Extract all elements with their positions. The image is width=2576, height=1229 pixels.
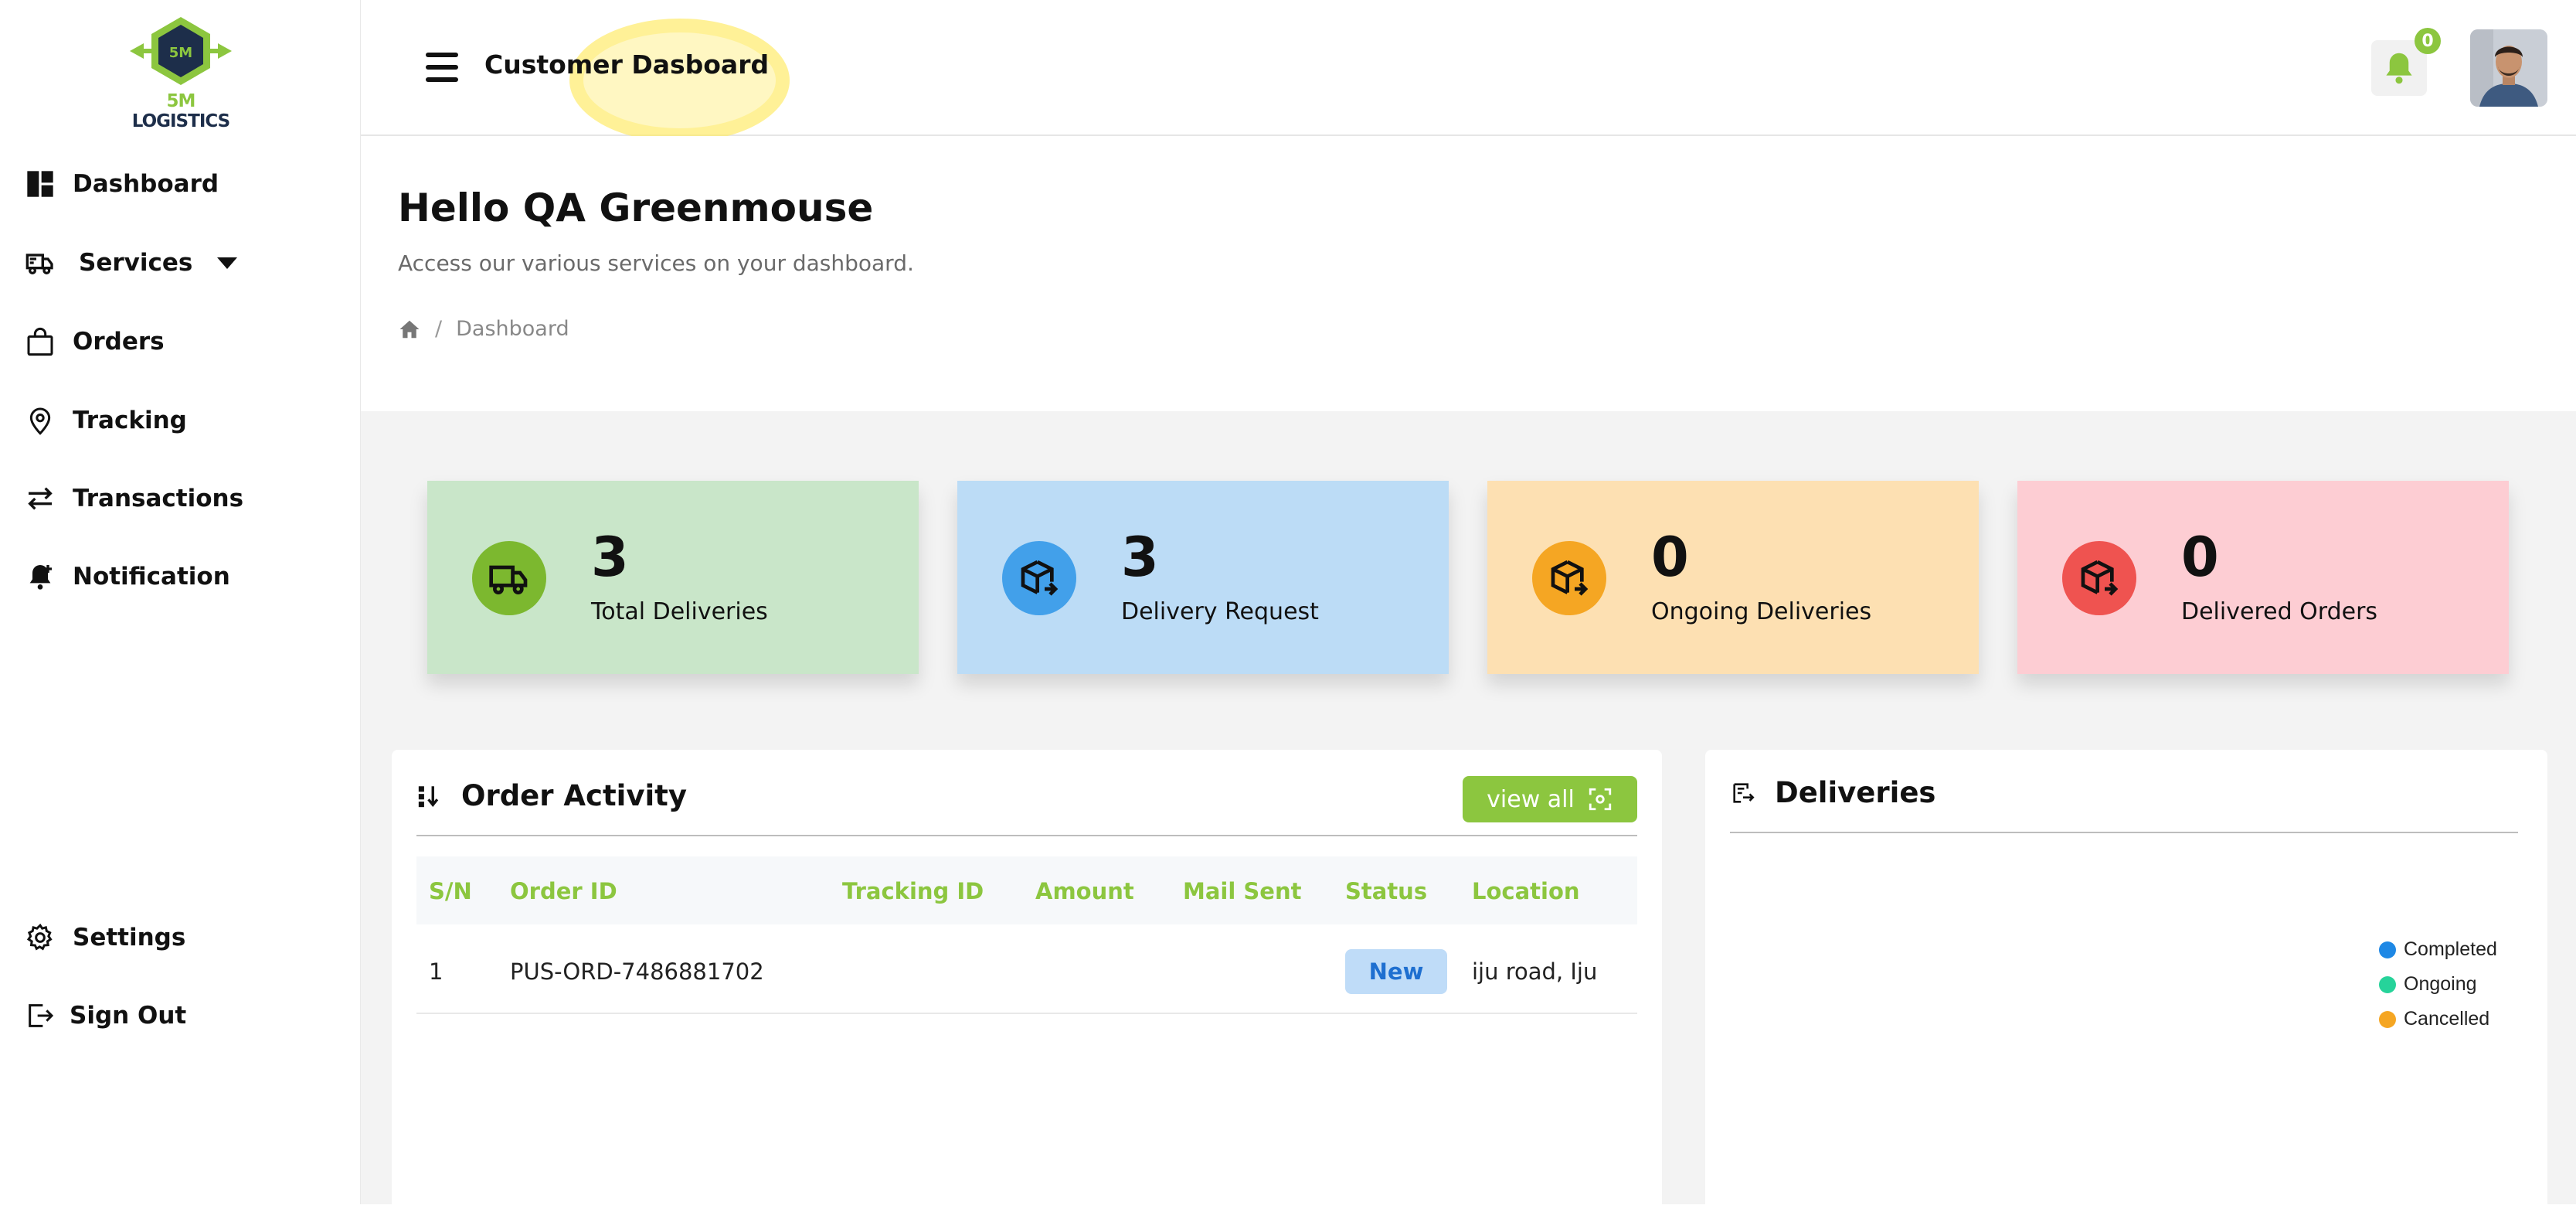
panel-divider <box>1730 832 2518 833</box>
stat-card-delivered-orders[interactable]: 0 Delivered Orders <box>2017 481 2509 674</box>
cell-order-id: PUS-ORD-7486881702 <box>510 958 764 985</box>
greeting-heading: Hello QA Greenmouse <box>398 186 874 230</box>
sidebar-item-dashboard[interactable]: Dashboard <box>23 162 219 206</box>
package-arrow-icon <box>1532 541 1606 615</box>
notification-count-badge: 0 <box>2415 28 2441 54</box>
cell-sn: 1 <box>429 958 443 985</box>
legend-item-completed[interactable]: Completed <box>2379 932 2497 967</box>
sidebar-item-label: Services <box>79 249 193 277</box>
legend-label: Ongoing <box>2404 973 2477 995</box>
legend-item-cancelled[interactable]: Cancelled <box>2379 1002 2497 1037</box>
logo-hexagon-icon: 5M <box>130 17 232 85</box>
sidebar-item-transactions[interactable]: Transactions <box>23 477 243 520</box>
sidebar-item-label: Tracking <box>73 407 187 434</box>
dashboard-content: 3 Total Deliveries 3 Delivery Request 0 … <box>361 411 2576 1229</box>
legend-dot <box>2379 941 2396 958</box>
cell-location: iju road, Iju <box>1472 958 1598 985</box>
column-header: Location <box>1472 878 1580 904</box>
stat-label: Total Deliveries <box>591 598 768 625</box>
sidebar-item-tracking[interactable]: Tracking <box>23 399 187 442</box>
top-header: Customer Dasboard 0 <box>361 0 2576 142</box>
stat-card-total-deliveries[interactable]: 3 Total Deliveries <box>427 481 919 674</box>
brand-wordmark: 5M LOGISTICS <box>131 91 231 131</box>
sidebar-item-label: Notification <box>73 563 230 591</box>
package-arrow-icon <box>1002 541 1076 615</box>
sidebar-item-label: Orders <box>73 328 165 356</box>
chart-legend: Completed Ongoing Cancelled <box>2379 932 2497 1037</box>
sidebar-item-notification[interactable]: Notification <box>23 555 230 598</box>
sort-list-icon <box>418 785 439 807</box>
deliveries-heading: Deliveries <box>1730 776 1935 809</box>
breadcrumb: / Dashboard <box>398 317 569 341</box>
delivery-list-icon <box>1733 782 1755 803</box>
legend-item-ongoing[interactable]: Ongoing <box>2379 967 2497 1002</box>
stat-label: Delivery Request <box>1121 598 1319 625</box>
sidebar-item-label: Dashboard <box>73 170 219 198</box>
legend-dot <box>2379 1010 2396 1028</box>
arrows-swap-icon <box>23 482 57 516</box>
sidebar-item-orders[interactable]: Orders <box>23 320 165 363</box>
user-avatar[interactable] <box>2470 29 2547 107</box>
sidebar-item-label: Sign Out <box>70 1002 187 1030</box>
greeting-subtitle: Access our various services on your dash… <box>398 250 914 276</box>
deliveries-panel: Deliveries Completed Ongoing Cancelled <box>1705 750 2547 1229</box>
menu-toggle-icon[interactable] <box>426 53 458 82</box>
column-header: Amount <box>1035 878 1134 904</box>
panel-title: Deliveries <box>1775 776 1936 809</box>
scan-eye-icon <box>1589 788 1611 811</box>
stat-card-delivery-request[interactable]: 3 Delivery Request <box>957 481 1449 674</box>
stat-label: Delivered Orders <box>2181 598 2378 625</box>
gear-icon <box>23 921 57 955</box>
bell-icon <box>2386 53 2412 84</box>
order-activity-heading: Order Activity <box>416 779 687 812</box>
location-pin-icon <box>23 403 57 437</box>
column-header: Mail Sent <box>1183 878 1302 904</box>
breadcrumb-current[interactable]: Dashboard <box>456 317 569 341</box>
welcome-section: Hello QA Greenmouse Access our various s… <box>361 136 2576 411</box>
order-activity-panel: Order Activity view all S/N Order ID Tra… <box>392 750 1662 1229</box>
view-all-label: view all <box>1487 785 1575 813</box>
stat-value: 0 <box>2181 526 2219 589</box>
package-arrow-icon <box>2062 541 2136 615</box>
sidebar-item-label: Transactions <box>73 485 244 512</box>
sidebar-item-settings[interactable]: Settings <box>23 916 185 959</box>
view-all-button[interactable]: view all <box>1463 776 1637 822</box>
home-icon[interactable] <box>398 318 421 341</box>
sign-out-button[interactable]: Sign Out <box>23 994 186 1037</box>
legend-label: Cancelled <box>2404 1008 2490 1030</box>
column-header: Status <box>1345 878 1428 904</box>
stat-value: 3 <box>591 526 629 589</box>
bell-plus-icon <box>23 560 57 594</box>
delivery-truck-icon <box>23 246 57 280</box>
sign-out-icon <box>23 999 57 1033</box>
panel-divider <box>416 835 1637 836</box>
page-title: Customer Dasboard <box>484 49 770 80</box>
sidebar-item-services[interactable]: Services <box>23 241 238 284</box>
shopping-bag-icon <box>23 325 57 359</box>
column-header: Order ID <box>510 878 617 904</box>
legend-dot <box>2379 975 2396 993</box>
stat-label: Ongoing Deliveries <box>1651 598 1872 625</box>
column-header: Tracking ID <box>842 878 984 904</box>
svg-text:5M: 5M <box>169 45 192 61</box>
row-divider <box>416 1013 1637 1014</box>
panel-title: Order Activity <box>461 779 687 812</box>
status-badge: New <box>1345 949 1447 994</box>
column-header: S/N <box>429 878 472 904</box>
delivery-truck-icon <box>472 541 546 615</box>
table-header: S/N Order ID Tracking ID Amount Mail Sen… <box>416 856 1637 924</box>
sidebar: 5M 5M LOGISTICS Dashboard Services Order… <box>0 0 362 1204</box>
sidebar-item-label: Settings <box>73 924 186 952</box>
breadcrumb-separator: / <box>435 317 443 341</box>
annotation-highlight <box>569 19 790 142</box>
stat-value: 0 <box>1651 526 1689 589</box>
stat-value: 3 <box>1121 526 1159 589</box>
dashboard-icon <box>23 167 57 201</box>
brand-logo[interactable]: 5M 5M LOGISTICS <box>127 14 235 131</box>
chevron-down-icon[interactable] <box>217 257 238 269</box>
legend-label: Completed <box>2404 938 2497 960</box>
stat-card-ongoing-deliveries[interactable]: 0 Ongoing Deliveries <box>1487 481 1979 674</box>
